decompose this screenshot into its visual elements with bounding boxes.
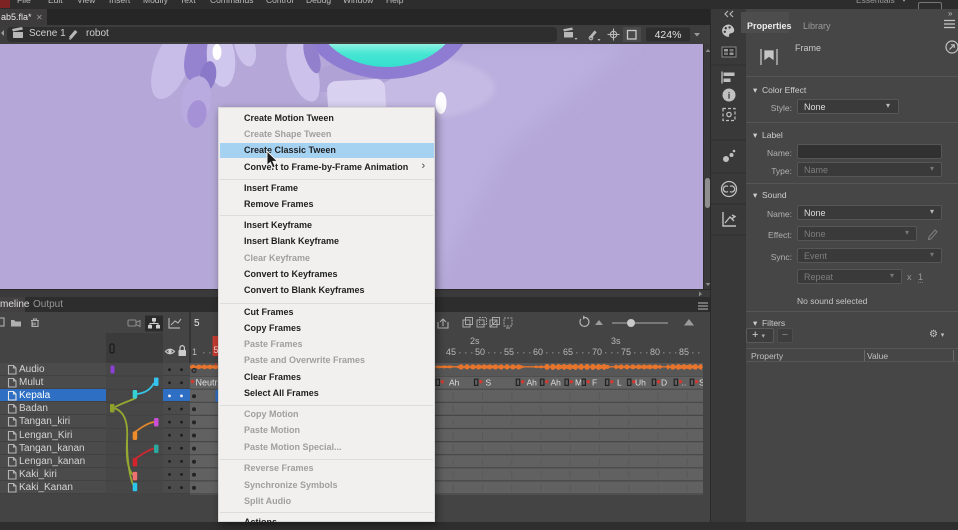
svg-text:75: 75 (621, 347, 631, 357)
svg-text:3s: 3s (611, 336, 621, 346)
svg-text:Ah: Ah (449, 377, 460, 387)
svg-text:S: S (699, 377, 703, 387)
svg-text:70: 70 (592, 347, 602, 357)
svg-text:45: 45 (446, 347, 456, 357)
svg-text:85: 85 (679, 347, 689, 357)
svg-text:F: F (592, 377, 597, 387)
svg-text:65: 65 (563, 347, 573, 357)
svg-text:D: D (661, 377, 667, 387)
svg-text:5: 5 (194, 318, 200, 329)
svg-text:50: 50 (475, 347, 485, 357)
svg-text:60: 60 (533, 347, 543, 357)
svg-text:Ah: Ah (527, 377, 538, 387)
svg-text:424%: 424% (655, 29, 682, 41)
svg-text:1: 1 (192, 347, 197, 357)
svg-text:Ah: Ah (551, 377, 562, 387)
svg-text:S: S (486, 377, 492, 387)
svg-text:M: M (575, 377, 582, 387)
svg-text:Uh: Uh (635, 377, 646, 387)
svg-text:55: 55 (504, 347, 514, 357)
svg-text:L: L (617, 377, 622, 387)
svg-text:2s: 2s (470, 336, 480, 346)
svg-text:..: .. (682, 377, 687, 387)
svg-text:80: 80 (650, 347, 660, 357)
